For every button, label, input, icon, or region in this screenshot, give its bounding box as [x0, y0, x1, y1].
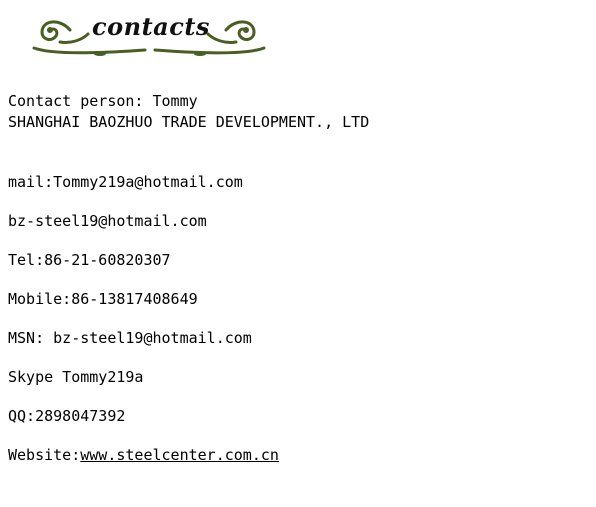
page-title: contacts [92, 12, 210, 41]
contact-person: Contact person: Tommy [8, 92, 198, 110]
mobile: Mobile:86-13817408649 [8, 290, 198, 308]
skype: Skype Tommy219a [8, 368, 144, 386]
website-link[interactable]: www.steelcenter.com.cn [80, 446, 279, 464]
website-row: Website:www.steelcenter.com.cn [8, 446, 279, 464]
msn: MSN: bz-steel19@hotmail.com [8, 329, 252, 347]
website-label: Website: [8, 446, 81, 464]
email-primary: mail:Tommy219a@hotmail.com [8, 173, 243, 191]
email-secondary: bz-steel19@hotmail.com [8, 212, 207, 230]
telephone: Tel:86-21-60820307 [8, 251, 171, 269]
company-name: SHANGHAI BAOZHUO TRADE DEVELOPMENT., LTD [8, 113, 370, 131]
contacts-header-banner: contacts [30, 10, 270, 60]
qq: QQ:2898047392 [8, 407, 126, 425]
